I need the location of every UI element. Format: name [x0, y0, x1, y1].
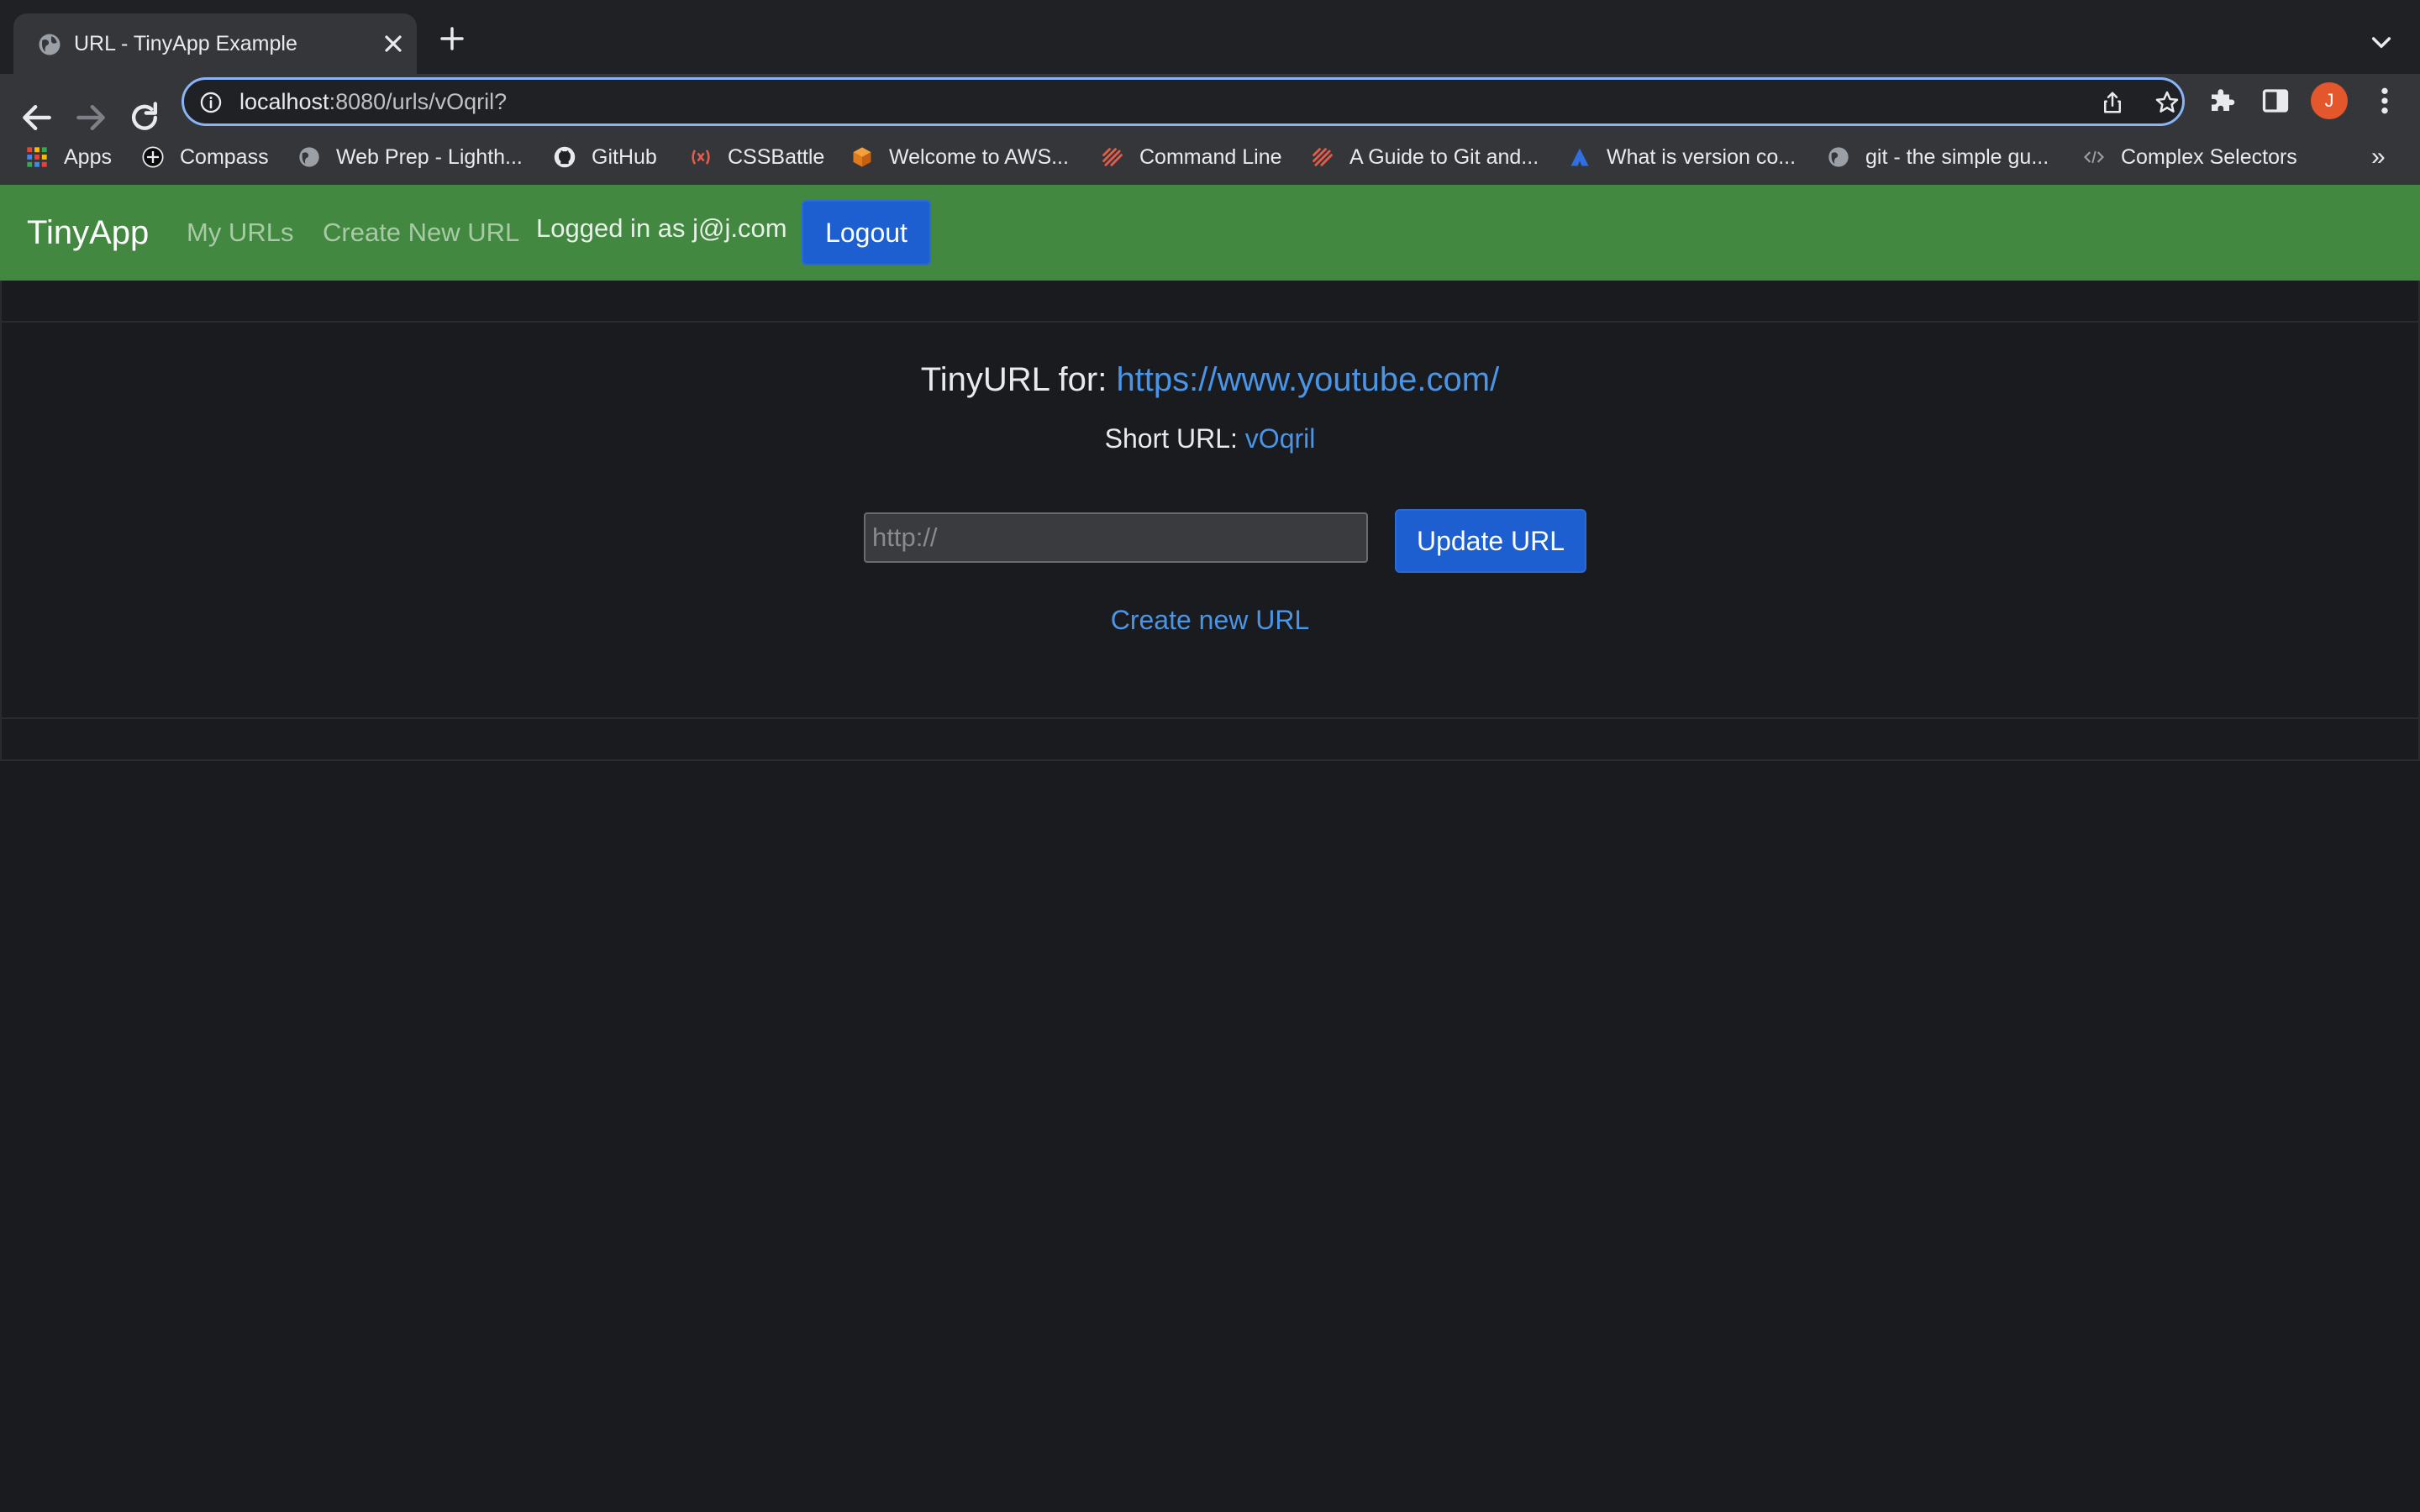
chevron-down-icon[interactable]	[2368, 29, 2395, 55]
browser-tab-strip: URL - TinyApp Example	[0, 0, 2420, 74]
bookmark-label: A Guide to Git and...	[1349, 144, 1539, 169]
extensions-puzzle-icon[interactable]	[2207, 86, 2237, 116]
globe-icon	[39, 34, 60, 55]
compass-icon	[142, 146, 164, 168]
card-footer	[2, 717, 2418, 759]
bookmarks-bar: Apps Compass Web Prep - Lighth... GitHub…	[0, 136, 2420, 178]
app-brand[interactable]: TinyApp	[27, 185, 149, 281]
forward-arrow-icon[interactable]	[72, 99, 109, 136]
browser-tab-active[interactable]: URL - TinyApp Example	[13, 13, 417, 74]
short-url-link[interactable]: vOqril	[1245, 423, 1316, 454]
title-prefix: TinyURL for:	[920, 361, 1117, 398]
apps-grid-icon	[27, 147, 47, 167]
bookmark-label: Compass	[180, 144, 269, 169]
bookmark-label: CSSBattle	[728, 144, 825, 169]
stripes-icon	[1102, 148, 1123, 166]
address-bar-url: localhost:8080/urls/vOqril?	[239, 80, 507, 123]
bookmark-label: GitHub	[592, 144, 657, 169]
side-panel-icon[interactable]	[2260, 86, 2291, 116]
bookmark-label: Apps	[64, 144, 112, 169]
logged-in-status: Logged in as j@j.com	[536, 213, 787, 243]
bookmark-label: git - the simple gu...	[1865, 144, 2049, 169]
app-navbar: TinyApp My URLs Create New URL Logged in…	[0, 185, 2420, 281]
nav-link-my-urls[interactable]: My URLs	[187, 185, 293, 281]
atlassian-icon	[1570, 148, 1589, 166]
code-icon	[2084, 150, 2104, 164]
new-tab-icon[interactable]	[439, 25, 466, 52]
bookmarks-overflow-button[interactable]: »	[2371, 136, 2386, 178]
create-new-url-link[interactable]: Create new URL	[1111, 605, 1310, 635]
address-bar[interactable]: localhost:8080/urls/vOqril?	[182, 77, 2185, 126]
nav-link-create-new-url[interactable]: Create New URL	[323, 185, 519, 281]
share-icon[interactable]	[2100, 90, 2125, 115]
url-card: TinyURL for: https://www.youtube.com/ Sh…	[0, 281, 2420, 761]
page-title: TinyURL for: https://www.youtube.com/	[2, 361, 2418, 399]
bookmark-label: Command Line	[1139, 144, 1282, 169]
github-icon	[554, 146, 576, 168]
reload-icon[interactable]	[126, 99, 163, 136]
bookmark-git-guide[interactable]: A Guide to Git and...	[1311, 136, 1539, 178]
bookmark-complex-selectors[interactable]: Complex Selectors	[2082, 136, 2297, 178]
bookmark-aws[interactable]: Welcome to AWS...	[850, 136, 1069, 178]
globe-icon	[1828, 147, 1849, 167]
bookmark-apps[interactable]: Apps	[25, 136, 112, 178]
bookmark-git-simple[interactable]: git - the simple gu...	[1827, 136, 2049, 178]
long-url-input[interactable]	[864, 512, 1368, 563]
bookmark-github[interactable]: GitHub	[553, 136, 657, 178]
logout-button[interactable]: Logout	[802, 200, 931, 265]
bookmark-label: Web Prep - Lighth...	[336, 144, 523, 169]
aws-cube-icon	[853, 147, 871, 167]
update-url-button[interactable]: Update URL	[1395, 509, 1586, 573]
url-host: localhost	[239, 89, 329, 114]
tab-title: URL - TinyApp Example	[74, 32, 297, 55]
card-header	[2, 281, 2418, 323]
bookmark-label: Welcome to AWS...	[889, 144, 1069, 169]
url-path: :8080/urls/vOqril?	[329, 89, 508, 114]
profile-avatar[interactable]: J	[2311, 82, 2348, 119]
page-content: TinyApp My URLs Create New URL Logged in…	[0, 185, 2420, 1512]
globe-icon	[299, 147, 319, 167]
bookmark-label: What is version co...	[1607, 144, 1797, 169]
stripes-icon	[1313, 148, 1333, 166]
kebab-menu-icon[interactable]	[2371, 84, 2398, 118]
star-icon[interactable]	[2154, 89, 2181, 116]
cssbattle-icon	[692, 150, 710, 165]
close-icon[interactable]	[380, 30, 407, 57]
back-arrow-icon[interactable]	[18, 99, 55, 136]
bookmark-web-prep[interactable]: Web Prep - Lighth...	[297, 136, 523, 178]
create-new-url-line: Create new URL	[2, 605, 2418, 636]
short-url-prefix: Short URL:	[1104, 423, 1245, 454]
info-icon[interactable]	[199, 91, 223, 114]
short-url-line: Short URL: vOqril	[2, 423, 2418, 454]
bookmark-command-line[interactable]: Command Line	[1101, 136, 1282, 178]
bookmark-version-control[interactable]: What is version co...	[1568, 136, 1796, 178]
bookmark-compass[interactable]: Compass	[141, 136, 269, 178]
bookmark-label: Complex Selectors	[2121, 144, 2297, 169]
long-url-link[interactable]: https://www.youtube.com/	[1116, 361, 1499, 398]
bookmark-cssbattle[interactable]: CSSBattle	[689, 136, 824, 178]
